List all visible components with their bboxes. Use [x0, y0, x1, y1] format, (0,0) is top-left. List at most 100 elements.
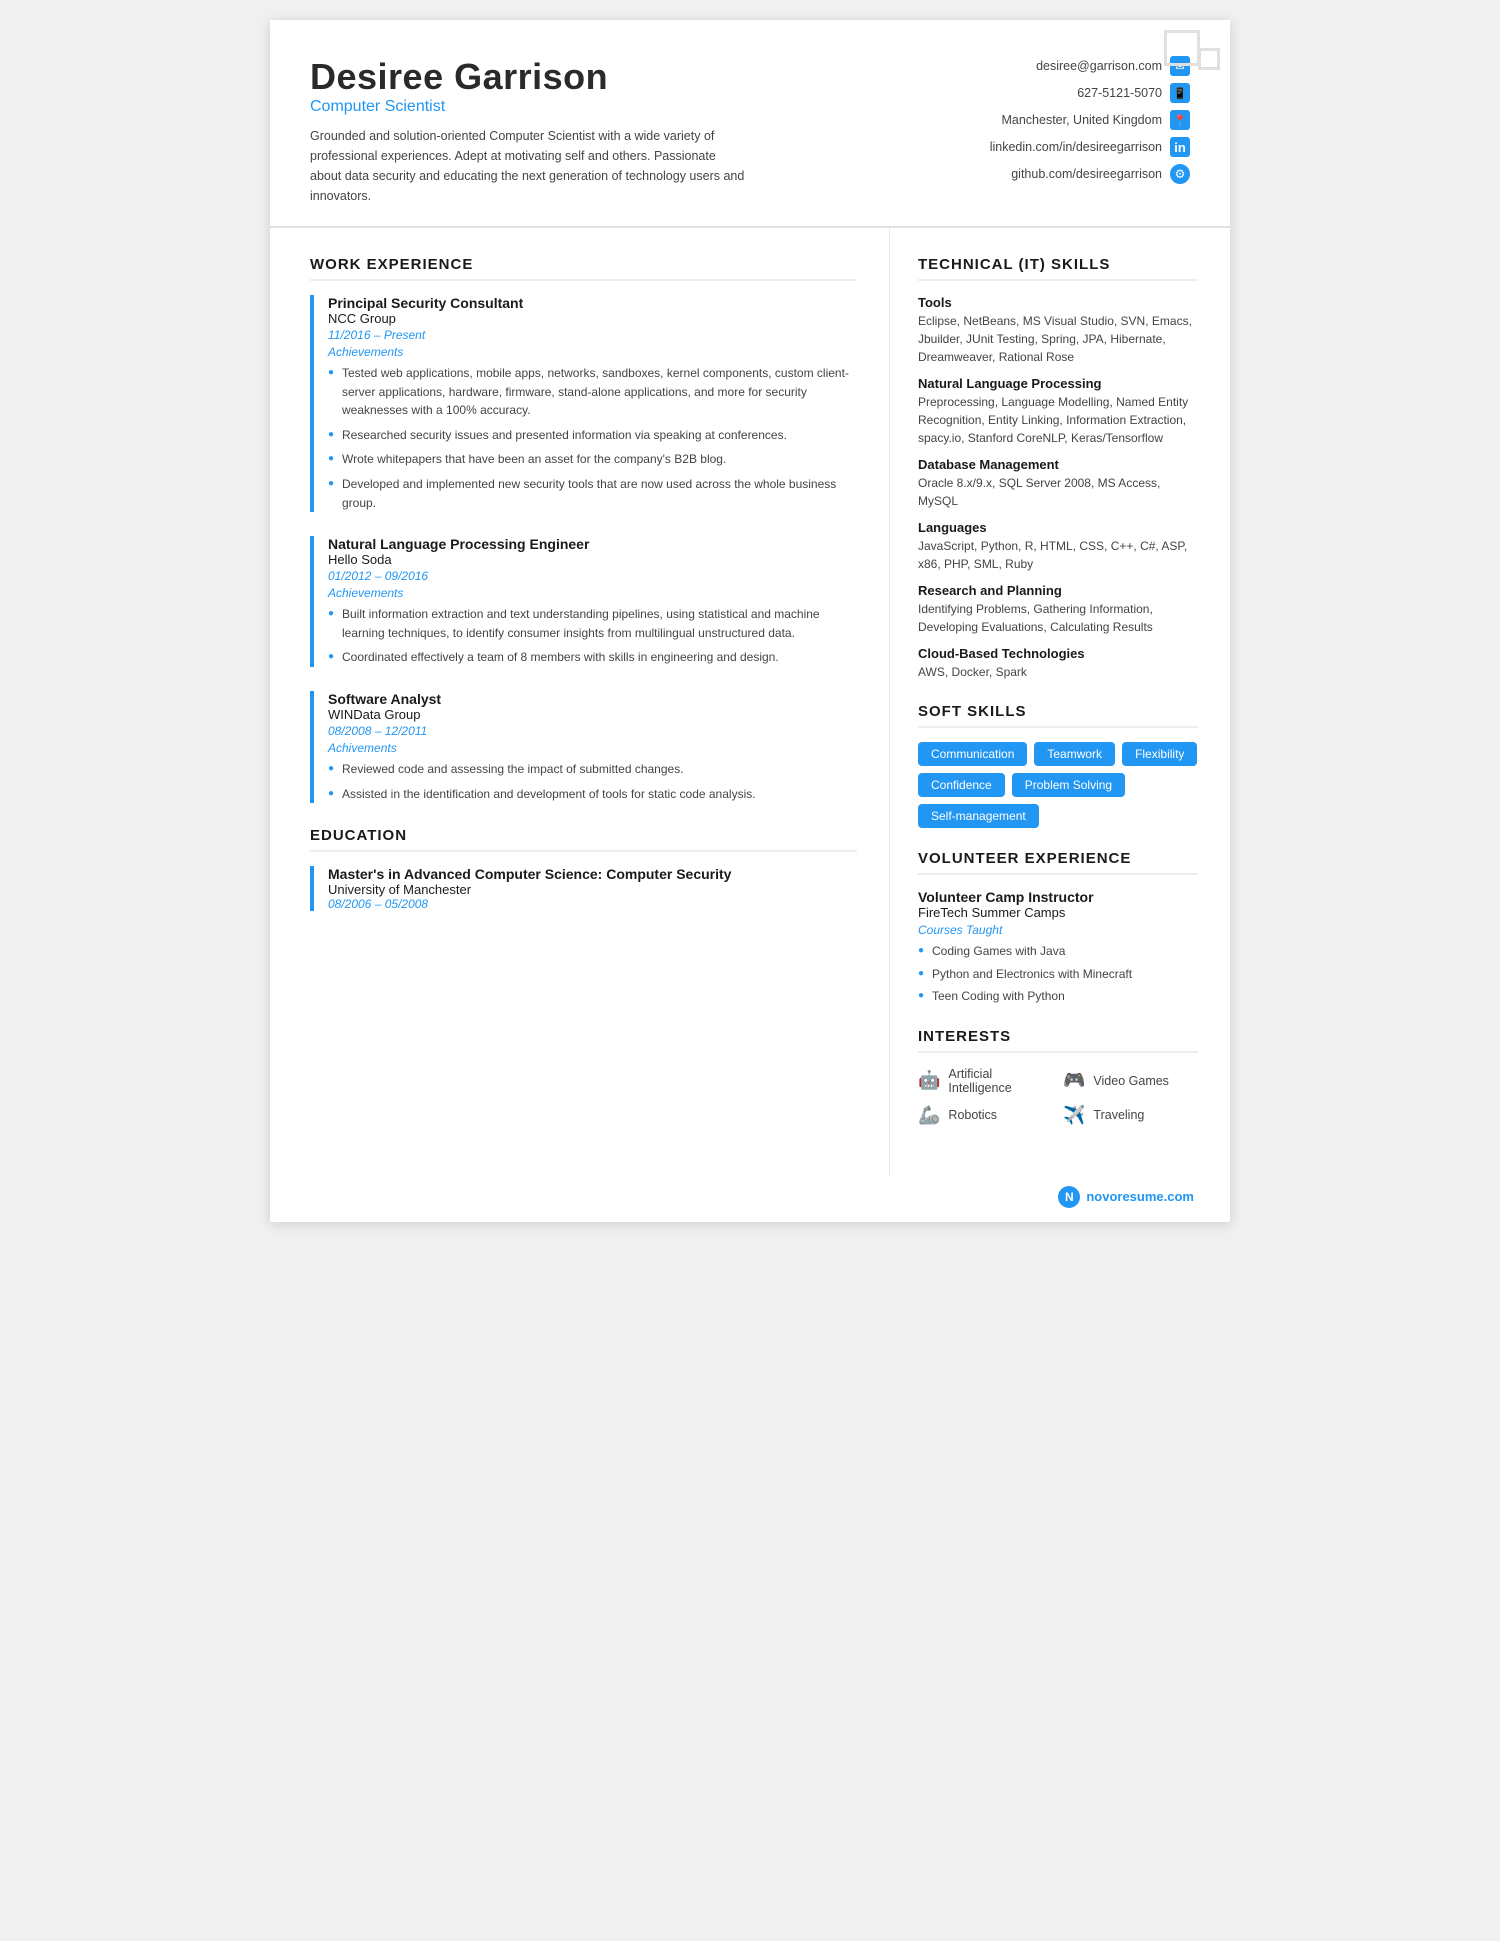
ai-icon: 🤖: [918, 1070, 940, 1091]
job-bullet-3-1: Reviewed code and assessing the impact o…: [328, 760, 857, 779]
skill-research-title: Research and Planning: [918, 583, 1198, 598]
skill-tools: Tools Eclipse, NetBeans, MS Visual Studi…: [918, 295, 1198, 366]
job-block-3: Software Analyst WINData Group 08/2008 –…: [310, 691, 857, 803]
header-left: Desiree Garrison Computer Scientist Grou…: [310, 56, 930, 206]
job-bullet-1-1: Tested web applications, mobile apps, ne…: [328, 364, 857, 420]
education-section: EDUCATION Master's in Advanced Computer …: [310, 827, 857, 911]
interest-robotics-label: Robotics: [948, 1108, 997, 1122]
github-icon: ⚙: [1170, 164, 1190, 184]
volunteer-course-2: Python and Electronics with Minecraft: [918, 965, 1198, 984]
job-dates-3: 08/2008 – 12/2011: [328, 724, 857, 738]
footer-logo-text: novoresume.com: [1086, 1189, 1194, 1204]
job-bullets-2: Built information extraction and text un…: [328, 605, 857, 667]
right-column: TECHNICAL (IT) SKILLS Tools Eclipse, Net…: [890, 228, 1230, 1176]
job-bullet-3-2: Assisted in the identification and devel…: [328, 785, 857, 804]
volunteer-job-title: Volunteer Camp Instructor: [918, 889, 1198, 905]
education-title: EDUCATION: [310, 827, 857, 852]
job-achievements-label-3: Achivements: [328, 741, 857, 755]
job-bullet-1-3: Wrote whitepapers that have been an asse…: [328, 450, 857, 469]
job-company-2: Hello Soda: [328, 552, 857, 567]
skill-nlp-title: Natural Language Processing: [918, 376, 1198, 391]
decorative-squares: [1150, 20, 1230, 100]
technical-skills-section: TECHNICAL (IT) SKILLS Tools Eclipse, Net…: [918, 256, 1198, 681]
job-title-1: Principal Security Consultant: [328, 295, 857, 311]
contact-github: github.com/desireegarrison ⚙: [1011, 164, 1190, 184]
edu-degree: Master's in Advanced Computer Science: C…: [328, 866, 857, 882]
interest-ai-label: Artificial Intelligence: [948, 1067, 1053, 1095]
job-company-1: NCC Group: [328, 311, 857, 326]
novoresume-icon: N: [1058, 1186, 1080, 1208]
deco-square-1: [1164, 30, 1200, 66]
badge-teamwork: Teamwork: [1034, 742, 1115, 766]
technical-skills-title: TECHNICAL (IT) SKILLS: [918, 256, 1198, 281]
skill-db-items: Oracle 8.x/9.x, SQL Server 2008, MS Acce…: [918, 474, 1198, 510]
job-company-3: WINData Group: [328, 707, 857, 722]
traveling-icon: ✈️: [1063, 1105, 1085, 1126]
contact-linkedin: linkedin.com/in/desireegarrison in: [990, 137, 1190, 157]
work-experience-section: WORK EXPERIENCE Principal Security Consu…: [310, 256, 857, 803]
job-dates-1: 11/2016 – Present: [328, 328, 857, 342]
header-section: Desiree Garrison Computer Scientist Grou…: [270, 20, 1230, 228]
volunteer-org: FireTech Summer Camps: [918, 905, 1198, 920]
volunteer-courses-list: Coding Games with Java Python and Electr…: [918, 942, 1198, 1006]
interest-traveling-label: Traveling: [1093, 1108, 1144, 1122]
skill-tools-title: Tools: [918, 295, 1198, 310]
candidate-name: Desiree Garrison: [310, 56, 930, 98]
badge-confidence: Confidence: [918, 773, 1005, 797]
skill-languages-title: Languages: [918, 520, 1198, 535]
footer-logo: N novoresume.com: [1058, 1186, 1194, 1208]
volunteer-course-3: Teen Coding with Python: [918, 987, 1198, 1006]
github-text: github.com/desireegarrison: [1011, 167, 1162, 181]
resume-container: Desiree Garrison Computer Scientist Grou…: [270, 20, 1230, 1222]
skill-nlp-items: Preprocessing, Language Modelling, Named…: [918, 393, 1198, 447]
education-block: Master's in Advanced Computer Science: C…: [310, 866, 857, 911]
interests-title: INTERESTS: [918, 1028, 1198, 1053]
location-text: Manchester, United Kingdom: [1001, 113, 1162, 127]
skill-languages: Languages JavaScript, Python, R, HTML, C…: [918, 520, 1198, 573]
job-achievements-label-1: Achievements: [328, 345, 857, 359]
main-body: WORK EXPERIENCE Principal Security Consu…: [270, 228, 1230, 1176]
interest-videogames-label: Video Games: [1093, 1074, 1169, 1088]
interest-robotics: 🦾 Robotics: [918, 1105, 1053, 1126]
job-bullets-3: Reviewed code and assessing the impact o…: [328, 760, 857, 803]
linkedin-icon: in: [1170, 137, 1190, 157]
volunteer-course-1: Coding Games with Java: [918, 942, 1198, 961]
badge-self-management: Self-management: [918, 804, 1039, 828]
left-column: WORK EXPERIENCE Principal Security Consu…: [270, 228, 890, 1176]
deco-square-2: [1198, 48, 1220, 70]
location-icon: 📍: [1170, 110, 1190, 130]
interests-section: INTERESTS 🤖 Artificial Intelligence 🎮 Vi…: [918, 1028, 1198, 1126]
job-bullet-1-4: Developed and implemented new security t…: [328, 475, 857, 512]
volunteer-courses-label: Courses Taught: [918, 923, 1198, 937]
skill-cloud-title: Cloud-Based Technologies: [918, 646, 1198, 661]
job-achievements-label-2: Achievements: [328, 586, 857, 600]
linkedin-text: linkedin.com/in/desireegarrison: [990, 140, 1162, 154]
candidate-title: Computer Scientist: [310, 98, 930, 116]
robotics-icon: 🦾: [918, 1105, 940, 1126]
videogames-icon: 🎮: [1063, 1070, 1085, 1091]
job-bullet-2-2: Coordinated effectively a team of 8 memb…: [328, 648, 857, 667]
skill-tools-items: Eclipse, NetBeans, MS Visual Studio, SVN…: [918, 312, 1198, 366]
edu-school: University of Manchester: [328, 882, 857, 897]
job-block-1: Principal Security Consultant NCC Group …: [310, 295, 857, 512]
job-title-3: Software Analyst: [328, 691, 857, 707]
candidate-summary: Grounded and solution-oriented Computer …: [310, 126, 750, 206]
interests-grid: 🤖 Artificial Intelligence 🎮 Video Games …: [918, 1067, 1198, 1126]
soft-skills-title: SOFT SKILLS: [918, 703, 1198, 728]
work-experience-title: WORK EXPERIENCE: [310, 256, 857, 281]
skill-languages-items: JavaScript, Python, R, HTML, CSS, C++, C…: [918, 537, 1198, 573]
job-bullets-1: Tested web applications, mobile apps, ne…: [328, 364, 857, 512]
volunteer-section: VOLUNTEER EXPERIENCE Volunteer Camp Inst…: [918, 850, 1198, 1006]
skill-nlp: Natural Language Processing Preprocessin…: [918, 376, 1198, 447]
job-bullet-2-1: Built information extraction and text un…: [328, 605, 857, 642]
footer: N novoresume.com: [270, 1176, 1230, 1222]
skill-cloud: Cloud-Based Technologies AWS, Docker, Sp…: [918, 646, 1198, 681]
contact-location: Manchester, United Kingdom 📍: [1001, 110, 1190, 130]
job-block-2: Natural Language Processing Engineer Hel…: [310, 536, 857, 667]
soft-skills-section: SOFT SKILLS Communication Teamwork Flexi…: [918, 703, 1198, 828]
skill-research: Research and Planning Identifying Proble…: [918, 583, 1198, 636]
skill-db: Database Management Oracle 8.x/9.x, SQL …: [918, 457, 1198, 510]
skill-db-title: Database Management: [918, 457, 1198, 472]
soft-skills-badges: Communication Teamwork Flexibility Confi…: [918, 742, 1198, 828]
badge-flexibility: Flexibility: [1122, 742, 1197, 766]
